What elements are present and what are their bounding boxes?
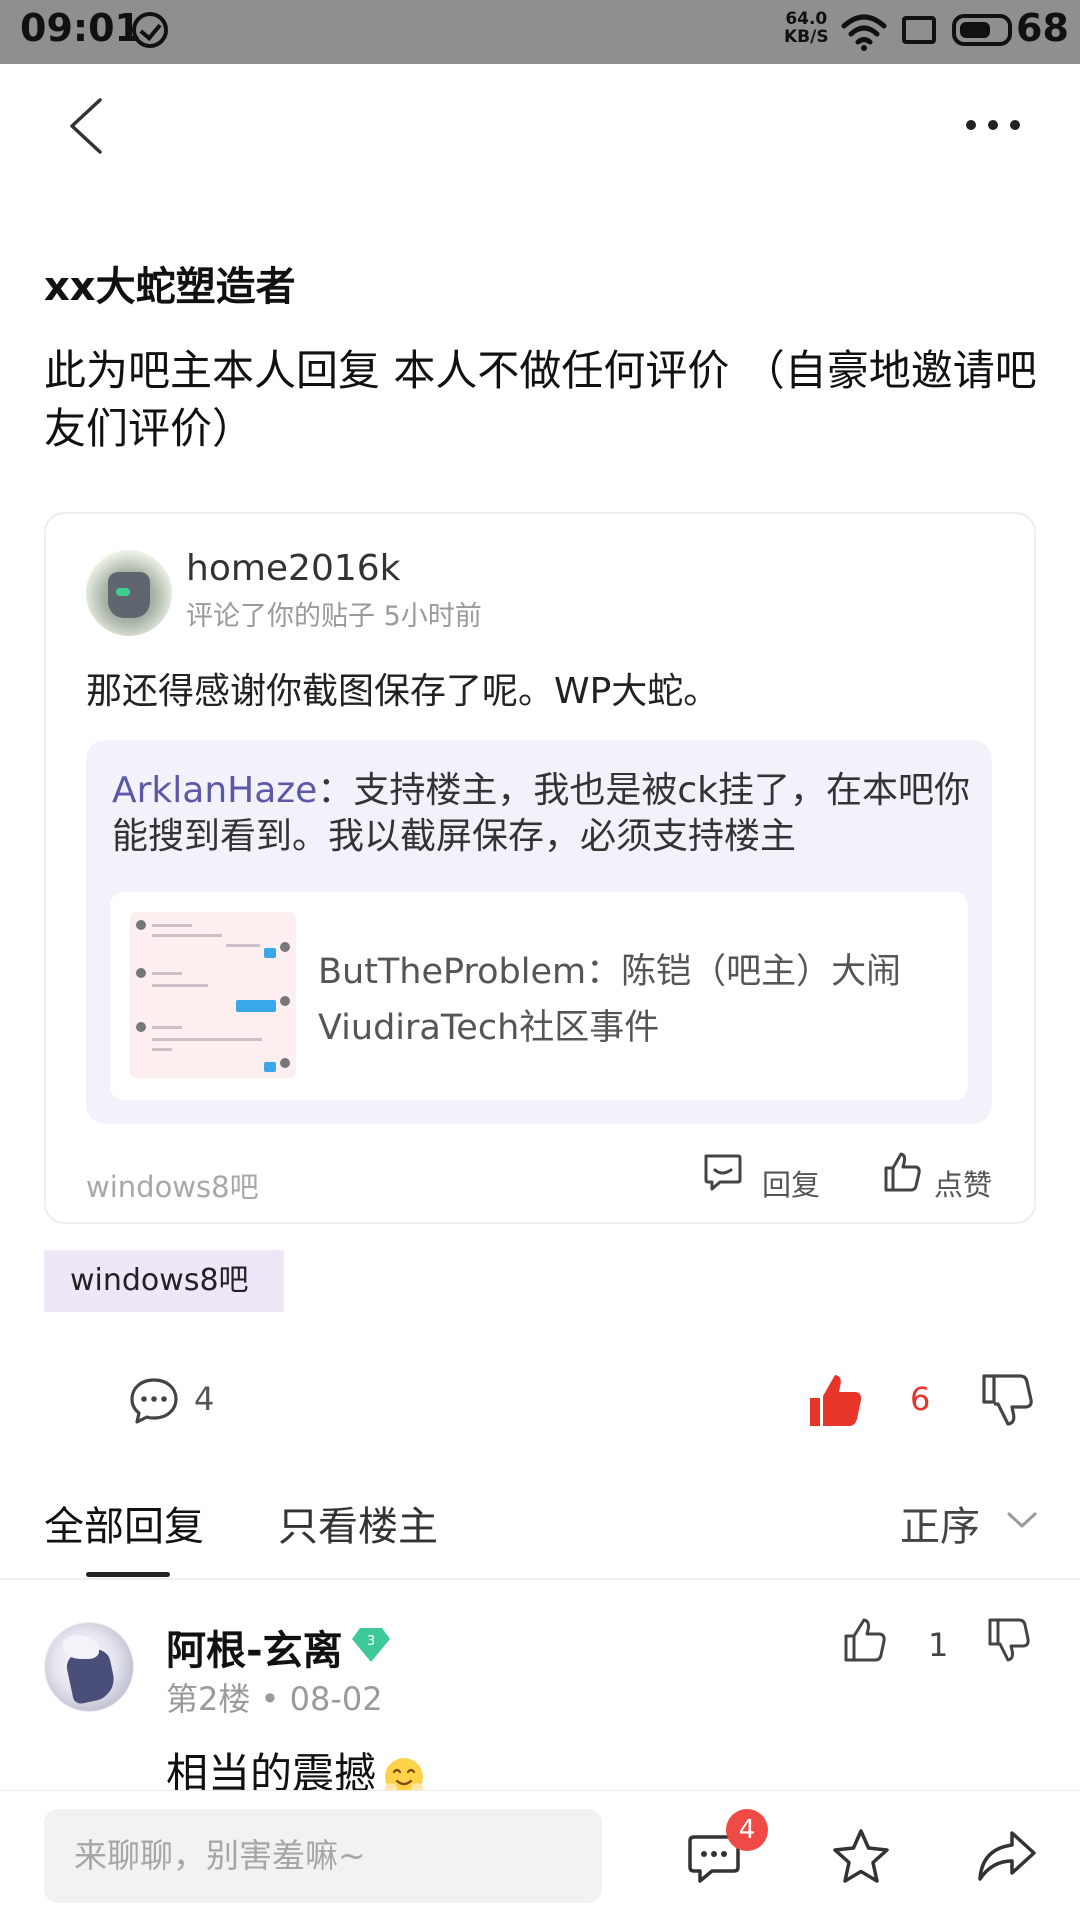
level-badge: 3: [352, 1628, 390, 1662]
embedded-comment-text: 那还得感谢你截图保存了呢。WP大蛇。: [86, 671, 720, 712]
embedded-forum-name[interactable]: windows8吧: [86, 1164, 259, 1206]
reply-username[interactable]: 阿根-玄离: [166, 1618, 343, 1676]
back-arrow-icon[interactable]: [62, 96, 122, 156]
section-divider: [0, 1578, 1080, 1580]
wifi-icon: [841, 14, 887, 51]
sim-icon: [902, 16, 936, 44]
quoted-comment-text: ArklanHaze：支持楼主，我也是被ck挂了，在本吧你能搜到看到。我以截屏保…: [112, 768, 972, 860]
like-count: 6: [910, 1380, 931, 1418]
reply-meta: 第2楼 • 08-02: [166, 1680, 383, 1718]
forum-tag[interactable]: windows8吧: [44, 1250, 284, 1312]
quoted-comment[interactable]: ArklanHaze：支持楼主，我也是被ck挂了，在本吧你能搜到看到。我以截屏保…: [86, 740, 992, 1124]
battery-percent: 68: [1016, 6, 1069, 50]
status-time: 09:01: [20, 6, 141, 50]
post-text: 此为吧主本人回复 本人不做任何评价 （自豪地邀请吧友们评价）: [44, 346, 1037, 453]
linked-post-thumbnail: [130, 912, 296, 1078]
tab-all-replies[interactable]: 全部回复: [44, 1494, 204, 1552]
status-bar: 09:01 64.0 KB/S 68: [0, 0, 1080, 64]
share-icon[interactable]: [974, 1827, 1038, 1885]
linked-post-title: ButTheProblem：陈铠（吧主）大闹ViudiraTech社区事件: [318, 952, 902, 1048]
network-speed-unit: KB/S: [784, 27, 829, 47]
bottom-bar: 来聊聊，别害羞嘛~ 4: [0, 1790, 1080, 1920]
thumbs-up-icon[interactable]: [842, 1616, 888, 1664]
tab-owner-only[interactable]: 只看楼主: [278, 1494, 438, 1552]
message-count-badge: 4: [726, 1809, 768, 1851]
chevron-down-icon[interactable]: [1006, 1510, 1038, 1530]
reply-button[interactable]: 回复: [762, 1162, 820, 1204]
battery-icon: [952, 14, 1012, 46]
like-button[interactable]: 点赞: [934, 1162, 992, 1204]
embedded-username[interactable]: home2016k: [186, 548, 401, 589]
more-options-icon[interactable]: [960, 110, 1026, 140]
embedded-comment-card[interactable]: home2016k 评论了你的贴子 5小时前 那还得感谢你截图保存了呢。WP大蛇…: [44, 512, 1036, 1224]
thumbs-down-icon[interactable]: [986, 1616, 1032, 1664]
avatar[interactable]: [44, 1622, 134, 1712]
thumbs-down-icon[interactable]: [980, 1370, 1036, 1430]
embedded-meta: 评论了你的贴子 5小时前: [186, 601, 482, 632]
quoted-username[interactable]: ArklanHaze: [112, 770, 317, 811]
reply-input[interactable]: 来聊聊，别害羞嘛~: [44, 1809, 602, 1903]
comment-icon[interactable]: [128, 1376, 180, 1426]
sort-order-button[interactable]: 正序: [900, 1494, 980, 1552]
avatar[interactable]: [86, 550, 172, 636]
network-speed-value: 64.0: [785, 9, 828, 29]
thumbs-up-icon[interactable]: [880, 1150, 924, 1194]
post-author[interactable]: xx大蛇塑造者: [44, 254, 296, 312]
active-tab-indicator: [86, 1572, 170, 1577]
reply-like-count: 1: [928, 1626, 949, 1664]
comment-count: 4: [194, 1380, 215, 1418]
linked-post-card[interactable]: ButTheProblem：陈铠（吧主）大闹ViudiraTech社区事件: [110, 892, 968, 1100]
reply-tabs: 全部回复 只看楼主 正序: [0, 1480, 1080, 1580]
check-circle-icon: [132, 12, 168, 48]
reply-icon[interactable]: [700, 1150, 744, 1194]
star-icon[interactable]: [830, 1827, 892, 1887]
thumbs-up-filled-icon[interactable]: [806, 1370, 866, 1430]
battery-fill: [960, 22, 990, 38]
level-badge-number: 3: [367, 1634, 375, 1649]
network-speed: 64.0 KB/S: [784, 10, 829, 46]
